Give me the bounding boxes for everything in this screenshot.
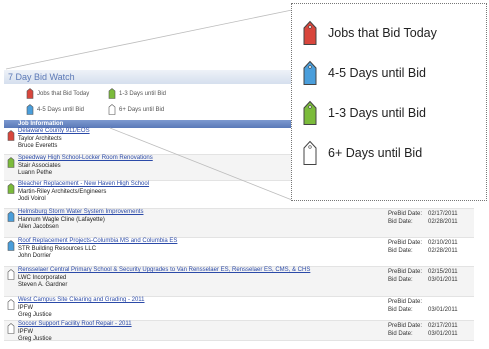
- blue-tag-icon: [303, 60, 317, 85]
- screenshot-stage: 7 Day Bid Watch Jobs that Bid Today 1-3 …: [0, 0, 489, 349]
- zoom-legend-label: 1-3 Days until Bid: [328, 106, 426, 120]
- red-tag-icon: [26, 88, 34, 99]
- job-dates: PreBid Date: 02/17/2011 Bid Date: 03/01/201…: [388, 322, 474, 338]
- job-row: Soccer Support Facility Roof Repair - 20…: [4, 321, 474, 342]
- legend-item-bid-today: Jobs that Bid Today: [26, 88, 89, 99]
- green-tag-icon: [108, 88, 116, 99]
- job-dates: PreBid Date: 02/10/2011 Bid Date: 02/28/201…: [388, 239, 474, 255]
- prebid-label: PreBid Date:: [388, 323, 423, 329]
- job-dates: PreBid Date: 02/15/2011 Bid Date: 03/01/201…: [388, 268, 474, 284]
- prebid-label: PreBid Date:: [388, 240, 423, 246]
- bid-date: 03/01/2011: [428, 307, 458, 313]
- bid-label: Bid Date:: [388, 331, 413, 337]
- bid-watch-legend: Jobs that Bid Today 1-3 Days until Bid 4…: [4, 84, 304, 120]
- zoom-legend-4-5-days: 4-5 Days until Bid: [302, 60, 426, 86]
- job-row: Helmsburg Storm Water System Improvement…: [4, 209, 474, 238]
- legend-item-4-5-days: 4-5 Days until Bid: [26, 104, 84, 115]
- job-dates: PreBid Date: Bid Date: 03/01/2011: [388, 298, 474, 314]
- legend-label: 6+ Days until Bid: [119, 106, 165, 113]
- red-tag-icon: [303, 20, 317, 45]
- white-tag-icon: [7, 323, 15, 334]
- legend-label: 4-5 Days until Bid: [37, 106, 85, 113]
- bid-label: Bid Date:: [388, 277, 413, 283]
- job-dates: PreBid Date: 02/17/2011 Bid Date: 02/28/201…: [388, 210, 474, 226]
- prebid-label: PreBid Date:: [388, 299, 423, 305]
- job-row: Roof Replacement Projects-Columbia MS an…: [4, 238, 474, 267]
- green-tag-icon: [303, 100, 317, 125]
- blue-tag-icon: [7, 211, 15, 222]
- bid-label: Bid Date:: [388, 219, 413, 225]
- prebid-label: PreBid Date:: [388, 269, 423, 275]
- legend-label: Jobs that Bid Today: [37, 90, 90, 97]
- zoom-legend-1-3-days: 1-3 Days until Bid: [302, 100, 426, 126]
- red-tag-icon: [7, 130, 15, 141]
- white-tag-icon: [303, 140, 317, 165]
- bid-label: Bid Date:: [388, 307, 413, 313]
- legend-zoom-callout: Jobs that Bid Today 4-5 Days until Bid 1…: [291, 3, 487, 201]
- blue-tag-icon: [7, 240, 15, 251]
- white-tag-icon: [108, 104, 116, 115]
- green-tag-icon: [7, 157, 15, 168]
- white-tag-icon: [7, 299, 15, 310]
- job-row: Rensselaer Central Primary School & Secu…: [4, 267, 474, 297]
- white-tag-icon: [7, 269, 15, 280]
- job-row: West Campus Site Clearing and Grading - …: [4, 297, 474, 321]
- prebid-date: 02/15/2011: [428, 269, 458, 275]
- zoom-legend-bid-today: Jobs that Bid Today: [302, 20, 437, 46]
- zoom-legend-6-plus-days: 6+ Days until Bid: [302, 140, 422, 166]
- prebid-date: 02/17/2011: [428, 323, 458, 329]
- prebid-date: 02/10/2011: [428, 240, 458, 246]
- bid-date: 03/01/2011: [428, 277, 458, 283]
- bid-label: Bid Date:: [388, 248, 413, 254]
- legend-item-6-plus-days: 6+ Days until Bid: [108, 104, 164, 115]
- green-tag-icon: [7, 183, 15, 194]
- bid-date: 03/01/2011: [428, 331, 458, 337]
- zoom-legend-label: 4-5 Days until Bid: [328, 66, 426, 80]
- bid-date: 02/28/2011: [428, 248, 458, 254]
- blue-tag-icon: [26, 104, 34, 115]
- zoom-legend-label: 6+ Days until Bid: [328, 146, 423, 160]
- prebid-date: 02/17/2011: [428, 211, 458, 217]
- bid-date: 02/28/2011: [428, 219, 458, 225]
- legend-label: 1-3 Days until Bid: [119, 90, 167, 97]
- prebid-label: PreBid Date:: [388, 211, 423, 217]
- bid-watch-title: 7 Day Bid Watch: [4, 70, 304, 84]
- legend-item-1-3-days: 1-3 Days until Bid: [108, 88, 166, 99]
- zoom-legend-label: Jobs that Bid Today: [328, 26, 437, 40]
